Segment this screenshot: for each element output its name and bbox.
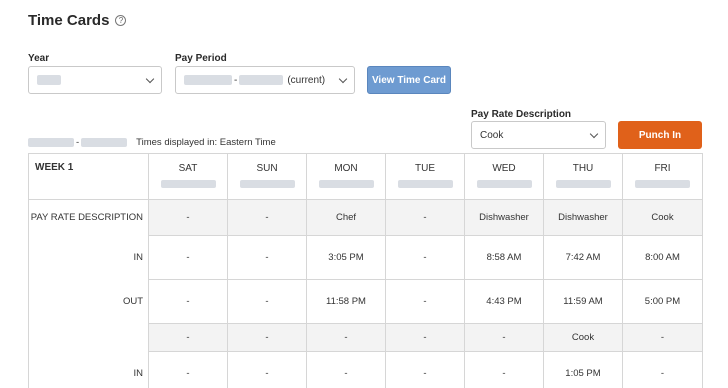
table-cell: Chef [306,199,386,236]
redacted-date [476,180,532,188]
table-cell: - [148,235,228,280]
row-label [28,323,149,352]
table-row: IN - - - - - 1:05 PM - [28,351,703,388]
table-cell: - [148,279,228,324]
row-label: OUT [28,279,149,324]
table-cell: - [385,199,465,236]
table-cell: - [306,351,386,388]
day-name: WED [492,163,516,174]
table-cell: Dishwasher [543,199,623,236]
pay-rate-selected-value: Cook [480,129,504,141]
chevron-down-icon [145,74,155,84]
table-cell: 8:58 AM [464,235,544,280]
table-cell: 11:58 PM [306,279,386,324]
table-cell: - [227,235,307,280]
table-cell: - [148,323,228,352]
year-label: Year [28,53,50,64]
pay-period-current-tag: (current) [287,74,326,86]
page-title-text: Time Cards [28,12,110,29]
day-header: TUE [385,153,465,200]
week-label: WEEK 1 [28,153,149,200]
day-name: SAT [178,163,198,174]
table-cell: - [464,351,544,388]
punch-in-button[interactable]: Punch In [618,121,702,149]
day-name: THU [572,163,594,174]
day-header: FRI [622,153,703,200]
pay-rate-description-label: Pay Rate Description [471,109,572,120]
date-range: - Times displayed in: Eastern Time [28,137,276,148]
redacted-date [160,180,216,188]
table-cell: - [464,323,544,352]
table-cell: - [306,323,386,352]
table-cell: - [622,351,703,388]
redacted-range-start [28,138,74,147]
day-name: FRI [654,163,671,174]
table-cell: - [148,199,228,236]
day-header: THU [543,153,623,200]
table-cell: 5:00 PM [622,279,703,324]
day-header: SUN [227,153,307,200]
row-label: IN [28,235,149,280]
time-card-table: WEEK 1 SAT SUN MON TUE WED THU FRI PAY R… [28,153,703,388]
table-cell: - [227,323,307,352]
table-cell: - [385,235,465,280]
table-cell: - [385,279,465,324]
table-cell: - [622,323,703,352]
table-row: PAY RATE DESCRIPTION - - Chef - Dishwash… [28,199,703,236]
pay-period-separator: - [234,74,238,86]
row-label: IN [28,351,149,388]
table-row: IN - - 3:05 PM - 8:58 AM 7:42 AM 8:00 AM [28,235,703,280]
page-title: Time Cards ? [28,12,127,29]
redacted-date [397,180,453,188]
row-label: PAY RATE DESCRIPTION [28,199,149,236]
day-header-row: WEEK 1 SAT SUN MON TUE WED THU FRI [28,153,703,200]
day-name: MON [334,163,358,174]
redacted-date [318,180,374,188]
table-cell: 7:42 AM [543,235,623,280]
redacted-date [239,180,295,188]
chevron-down-icon [338,74,348,84]
table-cell: Cook [622,199,703,236]
year-select[interactable] [28,66,162,94]
table-row: - - - - - Cook - [28,323,703,352]
table-cell: Cook [543,323,623,352]
table-cell: - [385,351,465,388]
redacted-date [555,180,611,188]
day-header: SAT [148,153,228,200]
table-cell: 3:05 PM [306,235,386,280]
table-row: OUT - - 11:58 PM - 4:43 PM 11:59 AM 5:00… [28,279,703,324]
day-header: MON [306,153,386,200]
redacted-range-end [81,138,128,147]
table-cell: Dishwasher [464,199,544,236]
table-cell: - [227,351,307,388]
redacted-date [635,180,690,188]
timezone-note: Times displayed in: Eastern Time [136,137,276,148]
view-time-card-button[interactable]: View Time Card [367,66,451,94]
table-cell: 4:43 PM [464,279,544,324]
day-header: WED [464,153,544,200]
table-cell: - [227,279,307,324]
pay-rate-select[interactable]: Cook [471,121,606,149]
table-cell: - [227,199,307,236]
table-cell: 11:59 AM [543,279,623,324]
day-name: SUN [256,163,278,174]
day-name: TUE [415,163,435,174]
question-circle-icon[interactable]: ? [115,15,127,26]
redacted-year-value [37,75,61,85]
table-cell: - [148,351,228,388]
pay-period-select[interactable]: - (current) [175,66,355,94]
pay-period-label: Pay Period [175,53,227,64]
redacted-period-end [239,75,284,85]
table-cell: - [385,323,465,352]
date-range-separator: - [76,137,80,148]
table-cell: 1:05 PM [543,351,623,388]
redacted-period-start [184,75,232,85]
chevron-down-icon [589,129,599,139]
table-cell: 8:00 AM [622,235,703,280]
